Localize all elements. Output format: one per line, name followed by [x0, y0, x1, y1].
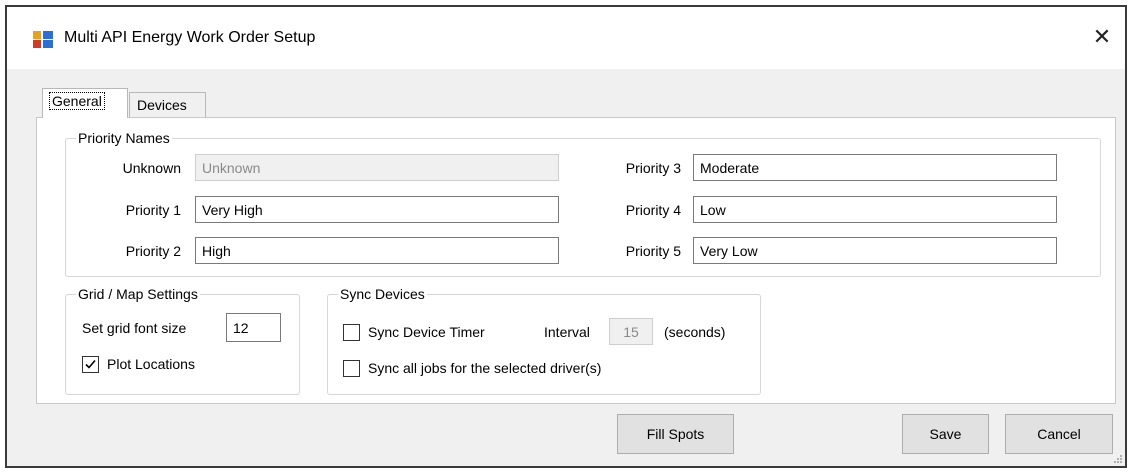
grid-font-size-label: Set grid font size [82, 320, 187, 336]
dialog-window: Multi API Energy Work Order Setup ✕ Gene… [5, 5, 1127, 468]
priority-5-label: Priority 5 [625, 243, 681, 259]
sync-device-timer-label: Sync Device Timer [368, 324, 485, 340]
priority-3-field[interactable] [693, 154, 1057, 181]
priority-5-field[interactable] [693, 237, 1057, 264]
priority-3-label: Priority 3 [625, 160, 681, 176]
resize-grip-icon[interactable] [1113, 454, 1123, 464]
tab-devices[interactable]: Devices [129, 92, 206, 118]
tab-devices-label: Devices [137, 97, 187, 113]
priority-4-field[interactable] [693, 196, 1057, 223]
title-bar: Multi API Energy Work Order Setup ✕ [7, 7, 1125, 69]
priority-2-field[interactable] [195, 237, 559, 264]
interval-label: Interval [544, 324, 590, 340]
tab-general-label: General [49, 92, 105, 110]
window-title: Multi API Energy Work Order Setup [64, 29, 316, 46]
priority-2-label: Priority 2 [125, 243, 181, 259]
checkmark-icon [85, 359, 96, 369]
general-tab-panel: Priority Names Unknown Priority 1 Priori… [36, 117, 1116, 404]
priority-names-legend: Priority Names [78, 130, 170, 146]
priority-unknown-field [195, 154, 559, 181]
fill-spots-button[interactable]: Fill Spots [617, 414, 734, 454]
cancel-button[interactable]: Cancel [1005, 414, 1113, 454]
save-button[interactable]: Save [902, 414, 989, 454]
sync-devices-legend: Sync Devices [340, 286, 425, 302]
priority-unknown-label: Unknown [122, 160, 181, 176]
seconds-label: (seconds) [664, 324, 726, 340]
sync-all-jobs-checkbox[interactable] [343, 360, 360, 377]
plot-locations-label: Plot Locations [107, 356, 195, 372]
plot-locations-checkbox[interactable] [82, 356, 99, 373]
priority-1-label: Priority 1 [125, 202, 181, 218]
priority-4-label: Priority 4 [625, 202, 681, 218]
sync-devices-group: Sync Devices [327, 286, 761, 395]
tab-general[interactable]: General [42, 88, 128, 118]
sync-device-timer-checkbox[interactable] [343, 324, 360, 341]
close-icon[interactable]: ✕ [1079, 17, 1125, 57]
grid-font-size-field[interactable] [226, 313, 281, 342]
sync-all-jobs-label: Sync all jobs for the selected driver(s) [368, 360, 602, 376]
interval-field [609, 318, 653, 345]
priority-1-field[interactable] [195, 196, 559, 223]
grid-map-settings-legend: Grid / Map Settings [78, 286, 198, 302]
app-icon [33, 31, 53, 48]
